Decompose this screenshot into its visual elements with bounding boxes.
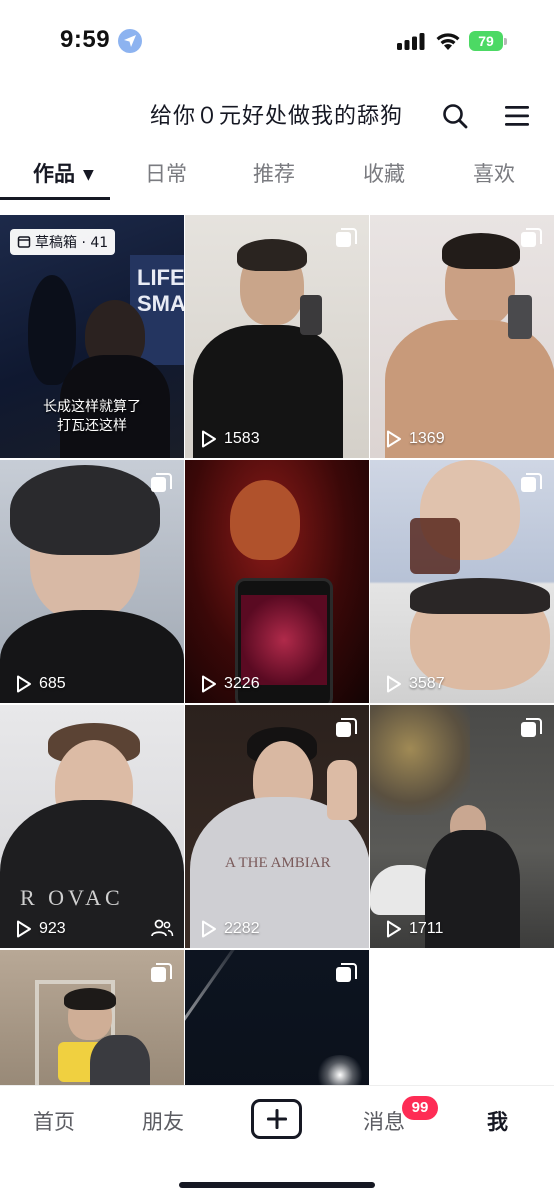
battery-icon: 79 xyxy=(469,31,507,51)
profile-title: 给你０元好处做我的舔狗 xyxy=(150,104,404,129)
nav-home[interactable]: 首页 xyxy=(33,1106,75,1136)
draft-caption: 长成这样就算了 打瓦还这样 xyxy=(43,399,141,434)
status-time: 9:59 xyxy=(60,26,111,53)
multi-image-icon xyxy=(336,228,357,247)
video-tile[interactable] xyxy=(0,950,184,1085)
messages-unread-badge: 99 xyxy=(402,1096,438,1120)
wifi-icon xyxy=(436,33,460,50)
play-count: 923 xyxy=(16,920,66,938)
draft-badge: 草稿箱 · 41 xyxy=(10,229,116,255)
create-button[interactable] xyxy=(251,1099,302,1139)
profile-tabs: 作品 ▼ 日常 推荐 收藏 喜欢 xyxy=(0,146,554,202)
hoodie-print: R OVAC xyxy=(20,885,124,910)
status-bar: 9:59 79 xyxy=(0,0,554,84)
friends-visibility-icon xyxy=(151,919,174,937)
play-icon xyxy=(387,675,401,693)
video-tile[interactable]: 3226 xyxy=(185,460,369,703)
multi-image-icon xyxy=(336,718,357,737)
tab-recommended[interactable]: 推荐 xyxy=(253,158,295,188)
play-icon xyxy=(387,430,401,448)
play-icon xyxy=(202,430,216,448)
play-icon xyxy=(202,920,216,938)
nav-messages[interactable]: 消息 xyxy=(363,1106,405,1136)
play-count: 3226 xyxy=(201,675,260,693)
video-grid: LIFE SMAI 草稿箱 · 41 长成这样就算了 打瓦还这样 1583 xyxy=(0,215,554,1085)
video-tile[interactable]: R OVAC 923 xyxy=(0,705,184,948)
draft-badge-label: 草稿箱 · 41 xyxy=(35,235,109,251)
play-icon xyxy=(17,675,31,693)
search-icon[interactable] xyxy=(441,102,469,130)
play-icon xyxy=(202,675,216,693)
menu-icon[interactable] xyxy=(504,104,530,128)
caret-down-icon: ▼ xyxy=(83,167,94,183)
play-icon xyxy=(17,920,31,938)
poster-text: LIFE SMAI xyxy=(137,265,184,316)
tab-daily[interactable]: 日常 xyxy=(145,158,187,188)
multi-image-icon xyxy=(151,473,172,492)
hoodie-print: A THE AMBIAR xyxy=(225,855,331,871)
profile-header: 给你０元好处做我的舔狗 xyxy=(0,84,554,146)
nav-friends[interactable]: 朋友 xyxy=(142,1106,184,1136)
video-tile[interactable] xyxy=(185,950,369,1085)
play-count: 685 xyxy=(16,675,66,693)
play-icon xyxy=(387,920,401,938)
home-indicator xyxy=(179,1182,375,1188)
cellular-signal-icon xyxy=(397,33,425,50)
plus-icon xyxy=(266,1109,287,1129)
draft-box-icon xyxy=(17,236,31,248)
nav-me[interactable]: 我 xyxy=(487,1106,508,1136)
multi-image-icon xyxy=(521,473,542,492)
drafts-tile[interactable]: LIFE SMAI 草稿箱 · 41 长成这样就算了 打瓦还这样 xyxy=(0,215,184,458)
location-arrow-icon xyxy=(118,29,142,53)
play-count: 1583 xyxy=(201,430,260,448)
video-tile[interactable]: A THE AMBIAR 2282 xyxy=(185,705,369,948)
play-count: 1711 xyxy=(386,920,443,938)
battery-level: 79 xyxy=(469,31,503,51)
multi-image-icon xyxy=(521,718,542,737)
bottom-nav: 首页 朋友 消息 99 我 xyxy=(0,1085,554,1200)
video-tile[interactable]: 1583 xyxy=(185,215,369,458)
multi-image-icon xyxy=(521,228,542,247)
tab-favorites[interactable]: 收藏 xyxy=(363,158,405,188)
video-tile[interactable]: 3587 xyxy=(370,460,554,703)
video-tile[interactable]: 685 xyxy=(0,460,184,703)
tab-likes[interactable]: 喜欢 xyxy=(473,158,515,188)
video-tile[interactable]: 1369 xyxy=(370,215,554,458)
play-count: 3587 xyxy=(386,675,445,693)
play-count: 2282 xyxy=(201,920,260,938)
multi-image-icon xyxy=(336,963,357,982)
video-tile[interactable]: 1711 xyxy=(370,705,554,948)
play-count: 1369 xyxy=(386,430,445,448)
tab-works[interactable]: 作品 ▼ xyxy=(33,158,94,188)
multi-image-icon xyxy=(151,963,172,982)
tab-indicator xyxy=(0,197,110,200)
